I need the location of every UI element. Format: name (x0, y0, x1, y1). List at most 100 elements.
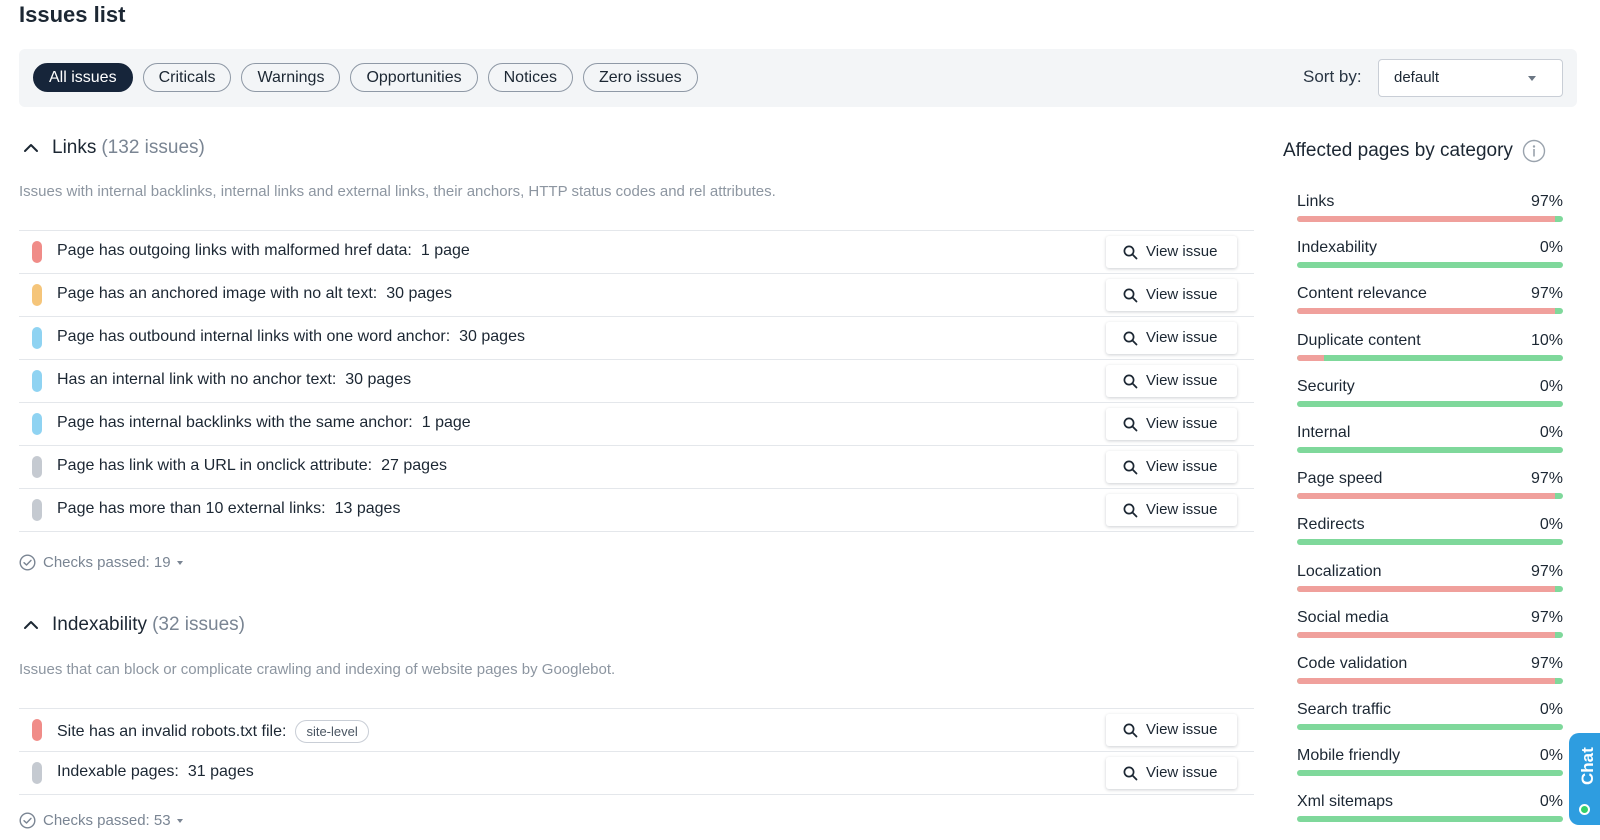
chat-button[interactable]: Chat (1569, 733, 1600, 825)
search-icon (1123, 331, 1138, 345)
issue-row: Page has internal backlinks with the sam… (19, 403, 1254, 446)
category-affected-fill (1297, 216, 1556, 222)
caret-down-icon (1528, 76, 1536, 81)
issue-label: Page has outgoing links with malformed h… (57, 242, 412, 259)
view-issue-button[interactable]: View issue (1106, 494, 1237, 526)
view-issue-button[interactable]: View issue (1106, 322, 1237, 354)
category-percent: 0% (1539, 516, 1563, 534)
checks-passed-toggle[interactable]: Checks passed: 53 (19, 812, 183, 829)
category-percent: 97% (1530, 470, 1563, 488)
category-label: Links (1297, 193, 1335, 210)
checks-passed-label: Checks passed: 19 (43, 554, 171, 571)
view-issue-label: View issue (1146, 372, 1218, 389)
search-icon (1123, 245, 1138, 259)
view-issue-label: View issue (1146, 721, 1218, 738)
info-icon[interactable] (1522, 139, 1546, 163)
category-progress-bar (1297, 770, 1563, 777)
sort-label: Sort by: (1303, 67, 1362, 86)
category-percent: 0% (1539, 747, 1563, 765)
category-row: Content relevance 97% (1297, 285, 1563, 331)
section-title: Links (52, 137, 97, 158)
issue-text: Page has internal backlinks with the sam… (57, 414, 471, 432)
issue-row: Indexable pages: 31 pages View issue (19, 752, 1254, 795)
category-row: Security 0% (1297, 378, 1563, 424)
view-issue-button[interactable]: View issue (1106, 279, 1237, 311)
issue-label: Page has an anchored image with no alt t… (57, 285, 378, 302)
category-label: Redirects (1297, 516, 1365, 534)
category-label: Duplicate content (1297, 331, 1421, 349)
filter-pill-warnings[interactable]: Warnings (241, 63, 341, 92)
category-label: Localization (1297, 562, 1382, 580)
view-issue-button[interactable]: View issue (1106, 714, 1237, 746)
issue-text: Page has link with a URL in onclick attr… (57, 457, 447, 475)
view-issue-button[interactable]: View issue (1106, 451, 1237, 483)
issue-page-count: 30 pages (386, 285, 453, 302)
view-issue-label: View issue (1146, 764, 1218, 781)
severity-indicator-notice (32, 456, 42, 478)
check-circle-icon (19, 812, 36, 829)
category-percent: 97% (1530, 608, 1563, 626)
category-label: Code validation (1297, 654, 1408, 672)
severity-indicator-critical (32, 241, 42, 263)
issue-label: Page has link with a URL in onclick attr… (57, 457, 373, 474)
issue-label: Has an internal link with no anchor text… (57, 371, 337, 388)
section-header-indexability[interactable]: Indexability (32 issues) (22, 614, 245, 636)
issue-row: Page has outbound internal links with on… (19, 317, 1254, 360)
category-label: Security (1297, 377, 1355, 395)
search-icon (1123, 766, 1138, 780)
view-issue-label: View issue (1146, 286, 1218, 303)
severity-indicator-opportunity (32, 370, 42, 392)
caret-down-icon (176, 818, 183, 823)
checks-passed-label: Checks passed: 53 (43, 812, 171, 829)
filter-pill-notices[interactable]: Notices (487, 63, 573, 92)
category-label: Xml sitemaps (1297, 793, 1394, 811)
category-progress-bar (1297, 816, 1563, 823)
category-affected-fill (1297, 308, 1556, 315)
issue-text: Has an internal link with no anchor text… (57, 371, 411, 389)
filter-pill-opportunities[interactable]: Opportunities (350, 63, 478, 92)
severity-indicator-warning (32, 284, 42, 306)
search-icon (1123, 374, 1138, 388)
search-icon (1123, 417, 1138, 431)
category-row: Code validation 97% (1297, 655, 1563, 701)
checks-passed-toggle[interactable]: Checks passed: 19 (19, 554, 183, 571)
view-issue-button[interactable]: View issue (1106, 757, 1237, 789)
online-status-icon (1579, 804, 1590, 815)
category-row: Indexability 0% (1297, 239, 1563, 285)
category-progress-bar (1297, 585, 1563, 592)
category-row: Redirects 0% (1297, 516, 1563, 562)
category-percent: 10% (1530, 331, 1563, 349)
category-progress-bar (1297, 724, 1563, 731)
view-issue-button[interactable]: View issue (1106, 408, 1237, 440)
section-title: Indexability (52, 614, 148, 635)
search-icon (1123, 503, 1138, 517)
category-label: Mobile friendly (1297, 747, 1401, 765)
issue-page-count: 13 pages (334, 500, 401, 517)
issue-list-indexability: Site has an invalid robots.txt file: site… (19, 708, 1254, 795)
filter-pill-criticals[interactable]: Criticals (142, 63, 232, 92)
filter-bar: All issues Criticals Warnings Opportunit… (19, 49, 1577, 107)
sort-dropdown[interactable]: default (1378, 59, 1563, 97)
issue-row: Page has more than 10 external links: 13 … (19, 489, 1254, 532)
category-progress-bar (1297, 677, 1563, 684)
category-row: Mobile friendly 0% (1297, 747, 1563, 793)
category-row: Localization 97% (1297, 563, 1563, 609)
affected-pages-title: Affected pages by category (1283, 139, 1546, 163)
category-percent: 97% (1530, 193, 1563, 210)
filter-pill-all-issues[interactable]: All issues (33, 63, 133, 92)
sort-value: default (1394, 69, 1440, 86)
issue-row: Has an internal link with no anchor text… (19, 360, 1254, 403)
category-percent: 97% (1530, 654, 1563, 672)
view-issue-button[interactable]: View issue (1106, 236, 1237, 268)
section-header-links[interactable]: Links (132 issues) (22, 137, 205, 159)
affected-pages-heading: Affected pages by category (1283, 140, 1513, 161)
caret-down-icon (176, 560, 183, 565)
category-progress-bar (1297, 539, 1563, 546)
view-issue-label: View issue (1146, 329, 1218, 346)
section-description: Issues with internal backlinks, internal… (19, 183, 776, 200)
filter-pill-zero-issues[interactable]: Zero issues (582, 63, 698, 92)
view-issue-label: View issue (1146, 458, 1218, 475)
category-progress-bar (1297, 308, 1563, 315)
view-issue-button[interactable]: View issue (1106, 365, 1237, 397)
issue-list-links: Page has outgoing links with malformed h… (19, 230, 1254, 532)
